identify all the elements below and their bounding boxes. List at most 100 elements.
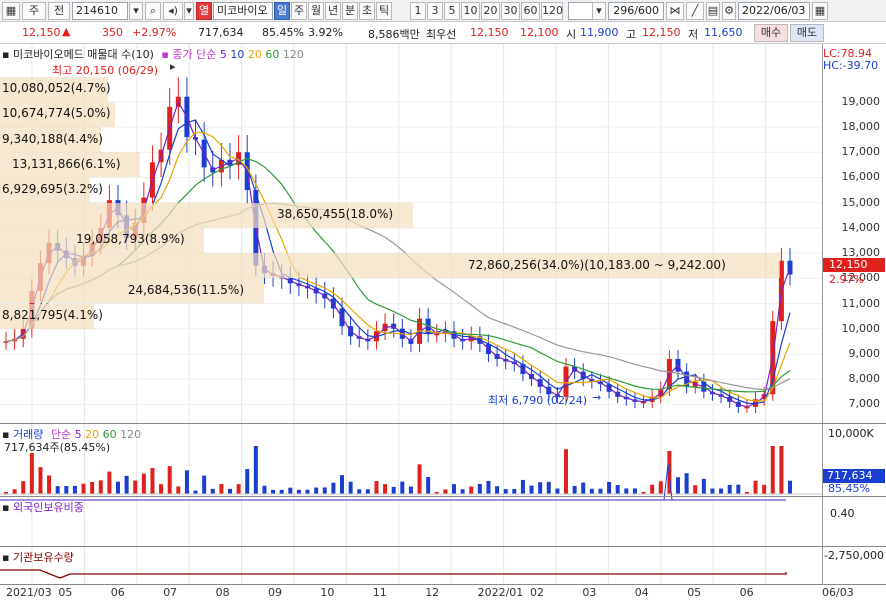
volume-bar [271, 489, 276, 494]
buy-button[interactable]: 매수 [754, 24, 788, 42]
volume-bar [133, 480, 138, 494]
volume-profile-label: 13,131,866(6.1%) [11, 156, 121, 171]
volume-bar [658, 481, 663, 494]
interval-button-120[interactable]: 120 [541, 2, 563, 20]
code-dropdown-icon[interactable]: ▾ [129, 2, 143, 20]
volume-bar [632, 488, 637, 494]
volume-panel-divider[interactable] [0, 423, 886, 424]
ma-icon: ▪ [161, 48, 169, 61]
sound-dropdown-icon[interactable]: ▾ [184, 2, 194, 20]
volume-bar [495, 486, 500, 494]
volume-value: 717,634 [198, 26, 244, 39]
volume-bar [581, 482, 586, 494]
volume-bar [253, 446, 258, 494]
chart-area[interactable] [0, 44, 822, 584]
high-pointer-icon: ▸ [170, 60, 176, 73]
foreign-panel-header: ▪ 외국인보유비중 [2, 499, 84, 515]
period-button-2[interactable]: 월 [308, 2, 324, 20]
price-axis: 19,000 18,000 17,000 16,000 15,000 14,000 13,0… [822, 44, 886, 584]
volume-bar [98, 480, 103, 494]
volume-bar [314, 487, 319, 494]
drawing-tools-icon[interactable]: ⋈ [666, 2, 684, 20]
calendar-icon[interactable]: ▦ [812, 2, 828, 20]
volume-bar [460, 489, 465, 494]
volume-bar [676, 477, 680, 494]
price-bar: 12,150 ▲ 350 +2.97% 717,634 85.45% 3.92%… [0, 22, 886, 44]
turnover-rate: 3.92% [308, 26, 343, 39]
y-tick-label: 10,000 [841, 321, 881, 335]
institution-holding-line [0, 569, 787, 579]
volume-bar [520, 479, 525, 494]
volume-bar [762, 484, 767, 494]
volume-ma-period-120: 120 [116, 428, 142, 441]
ma-period-10: 10 [226, 48, 245, 61]
code-input[interactable]: 214610 [72, 2, 128, 20]
range-field[interactable]: 296/600 [608, 2, 664, 20]
volume-bar [719, 488, 724, 494]
volume-tag: 717,634 [823, 469, 885, 483]
trade-amount: 8,586백만 [368, 28, 420, 41]
x-tick-label: 04 [634, 586, 649, 599]
sell-button[interactable]: 매도 [790, 24, 824, 42]
institution-panel-divider[interactable] [0, 546, 886, 547]
search-icon[interactable]: ⌕ [145, 2, 161, 20]
volume-profile-label: 10,080,052(4.7%) [2, 81, 111, 96]
interval-button-30[interactable]: 30 [501, 2, 520, 20]
volume-bar [296, 489, 301, 494]
ma-period-120: 120 [279, 48, 304, 61]
period-button-6[interactable]: 틱 [376, 2, 392, 20]
volume-profile-label: 10,674,774(5.0%) [2, 106, 111, 121]
volume-bar [650, 484, 655, 494]
interval-button-10[interactable]: 10 [461, 2, 480, 20]
period-button-1[interactable]: 주 [291, 2, 307, 20]
x-axis-divider [0, 584, 886, 585]
volume-bar [452, 484, 456, 494]
current-price-tag: 12,150 [823, 258, 885, 272]
ma-period-20: 20 [244, 48, 262, 61]
realtime-badge[interactable]: 열 [196, 2, 212, 20]
print-icon[interactable]: ▤ [706, 2, 720, 20]
volume-bar [770, 446, 775, 494]
period-button-0[interactable]: 일 [274, 2, 290, 20]
period-button-3[interactable]: 년 [325, 2, 341, 20]
x-tick-label: 12 [425, 586, 440, 599]
volume-bar [107, 471, 112, 494]
volume-bar [193, 490, 198, 494]
market-select[interactable]: 주 [22, 2, 46, 20]
foreign-panel-divider[interactable] [0, 496, 886, 497]
interval-dropdown-icon[interactable]: ▾ [592, 2, 606, 20]
x-tick-label: 02 [530, 586, 544, 599]
volume-ratio: 85.45% [262, 26, 304, 39]
line-tool-icon[interactable]: ╱ [686, 2, 704, 20]
interval-button-5[interactable]: 5 [444, 2, 460, 20]
volume-bar [288, 487, 293, 494]
interval-button-60[interactable]: 60 [521, 2, 540, 20]
foreign-collapse-icon[interactable]: ▪ [2, 501, 9, 514]
date-field[interactable]: 2022/06/03 [738, 2, 810, 20]
volume-bar [47, 475, 52, 494]
price-chart-svg[interactable] [0, 44, 822, 584]
period-button-4[interactable]: 분 [342, 2, 358, 20]
chart-menu-icon[interactable]: ▦ [2, 2, 20, 20]
volume-bar [90, 481, 95, 494]
sound-icon[interactable]: ◂) [163, 2, 183, 20]
best-ask: 12,150 [470, 26, 509, 39]
x-tick-label: 2021/03 [6, 586, 52, 599]
volume-bar [184, 470, 189, 494]
ma-period-60: 60 [261, 48, 280, 61]
hc-value: HC:-39.70 [823, 59, 879, 72]
volume-bar [219, 483, 224, 494]
interval-button-20[interactable]: 20 [481, 2, 500, 20]
settings-icon[interactable]: ⚙ [722, 2, 736, 20]
collapse-icon[interactable]: ▪ [2, 48, 9, 61]
interval-button-3[interactable]: 3 [427, 2, 443, 20]
volume-bar [615, 485, 620, 494]
interval-button-1[interactable]: 1 [410, 2, 426, 20]
period-button-5[interactable]: 초 [359, 2, 375, 20]
chart-type-select[interactable]: 전 [48, 2, 70, 20]
volume-bar [589, 488, 594, 494]
stock-name-field: 미코바이오 [213, 2, 273, 20]
volume-bar [477, 483, 482, 494]
volume-profile-label: 72,860,256(34.0%)(10,183.00 ~ 9,242.00) [468, 257, 726, 272]
institution-collapse-icon[interactable]: ▪ [2, 551, 9, 564]
